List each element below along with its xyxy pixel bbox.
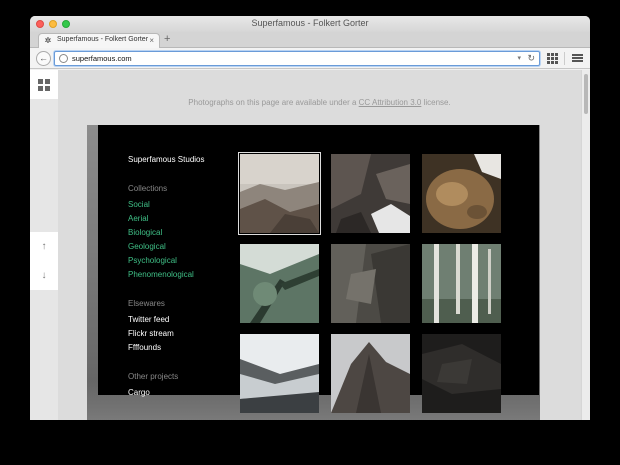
arrow-left-icon: ←: [39, 53, 48, 63]
other-projects-heading: Other projects: [128, 372, 179, 381]
collection-link-geological[interactable]: Geological: [128, 240, 228, 254]
studio-sidebar: Superfamous Studios Collections Social A…: [128, 155, 228, 400]
gear-icon: ✲: [44, 36, 52, 45]
ffffounds-link[interactable]: Ffffounds: [128, 341, 228, 355]
scroll-thumb[interactable]: [584, 74, 588, 114]
address-bar[interactable]: superfamous.com ▾ ↻: [54, 51, 540, 66]
notice-prefix: Photographs on this page are available u…: [188, 98, 359, 107]
globe-icon: [59, 54, 68, 63]
reload-icon[interactable]: ↻: [527, 53, 535, 64]
photo-rock-surf[interactable]: [331, 154, 410, 233]
collection-link-psychological[interactable]: Psychological: [128, 254, 228, 268]
left-nav: ↑ ↓: [30, 70, 58, 420]
photo-dark-rocks[interactable]: [422, 334, 501, 413]
url-text[interactable]: superfamous.com: [72, 54, 132, 63]
studio-panel: Superfamous Studios Collections Social A…: [98, 125, 539, 413]
page-scrollbar[interactable]: [581, 70, 590, 420]
toolbar: ← superfamous.com ▾ ↻: [30, 48, 590, 69]
photo-coastal-landscape[interactable]: [238, 152, 321, 235]
elsewares-heading: Elsewares: [128, 299, 165, 308]
flickr-stream-link[interactable]: Flickr stream: [128, 327, 228, 341]
back-button[interactable]: ←: [36, 51, 51, 66]
tab-label: Superfamous - Folkert Gorter: [57, 36, 149, 43]
arrow-up-icon: ↑: [41, 241, 47, 252]
photo-mountain-peak[interactable]: [331, 334, 410, 413]
photo-birch-trees[interactable]: [422, 244, 501, 323]
close-tab-icon[interactable]: ×: [149, 36, 154, 45]
grid-view-button[interactable]: [30, 70, 58, 99]
photo-rock-face[interactable]: [331, 244, 410, 323]
photo-ocean-waves[interactable]: [240, 334, 319, 413]
cargo-link[interactable]: Cargo: [128, 386, 228, 400]
new-tab-icon[interactable]: +: [164, 34, 170, 45]
apps-grid-icon[interactable]: [546, 52, 559, 65]
title-bar: Superfamous - Folkert Gorter: [30, 16, 590, 32]
collection-link-social[interactable]: Social: [128, 198, 228, 212]
twitter-feed-link[interactable]: Twitter feed: [128, 313, 228, 327]
notice-suffix: license.: [421, 98, 451, 107]
site-title[interactable]: Superfamous Studios: [128, 155, 228, 164]
browser-window: Superfamous - Folkert Gorter ✲ Superfamo…: [30, 16, 590, 420]
photo-tree-branches[interactable]: [240, 244, 319, 323]
arrow-down-icon: ↓: [41, 270, 47, 281]
collection-link-aerial[interactable]: Aerial: [128, 212, 228, 226]
license-link[interactable]: CC Attribution 3.0: [359, 98, 422, 107]
chevron-down-icon[interactable]: ▾: [517, 54, 521, 62]
page-content: ↑ ↓ Photographs on this page are availab…: [30, 70, 590, 420]
tab-superfamous[interactable]: ✲ Superfamous - Folkert Gorter ×: [38, 33, 160, 48]
scroll-up-button[interactable]: ↑: [30, 232, 58, 261]
collection-link-biological[interactable]: Biological: [128, 226, 228, 240]
collections-heading: Collections: [128, 184, 168, 193]
scroll-down-button[interactable]: ↓: [30, 261, 58, 290]
hamburger-menu-icon[interactable]: [571, 52, 584, 64]
license-notice: Photographs on this page are available u…: [58, 98, 581, 107]
photo-mossy-stone[interactable]: [422, 154, 501, 233]
photo-grid: [238, 152, 502, 413]
toolbar-divider: [564, 52, 565, 65]
window-title: Superfamous - Folkert Gorter: [251, 18, 369, 28]
tab-strip: ✲ Superfamous - Folkert Gorter × +: [30, 32, 590, 48]
collection-link-phenomenological[interactable]: Phenomenological: [128, 268, 228, 282]
grid-view-icon: [38, 78, 50, 91]
